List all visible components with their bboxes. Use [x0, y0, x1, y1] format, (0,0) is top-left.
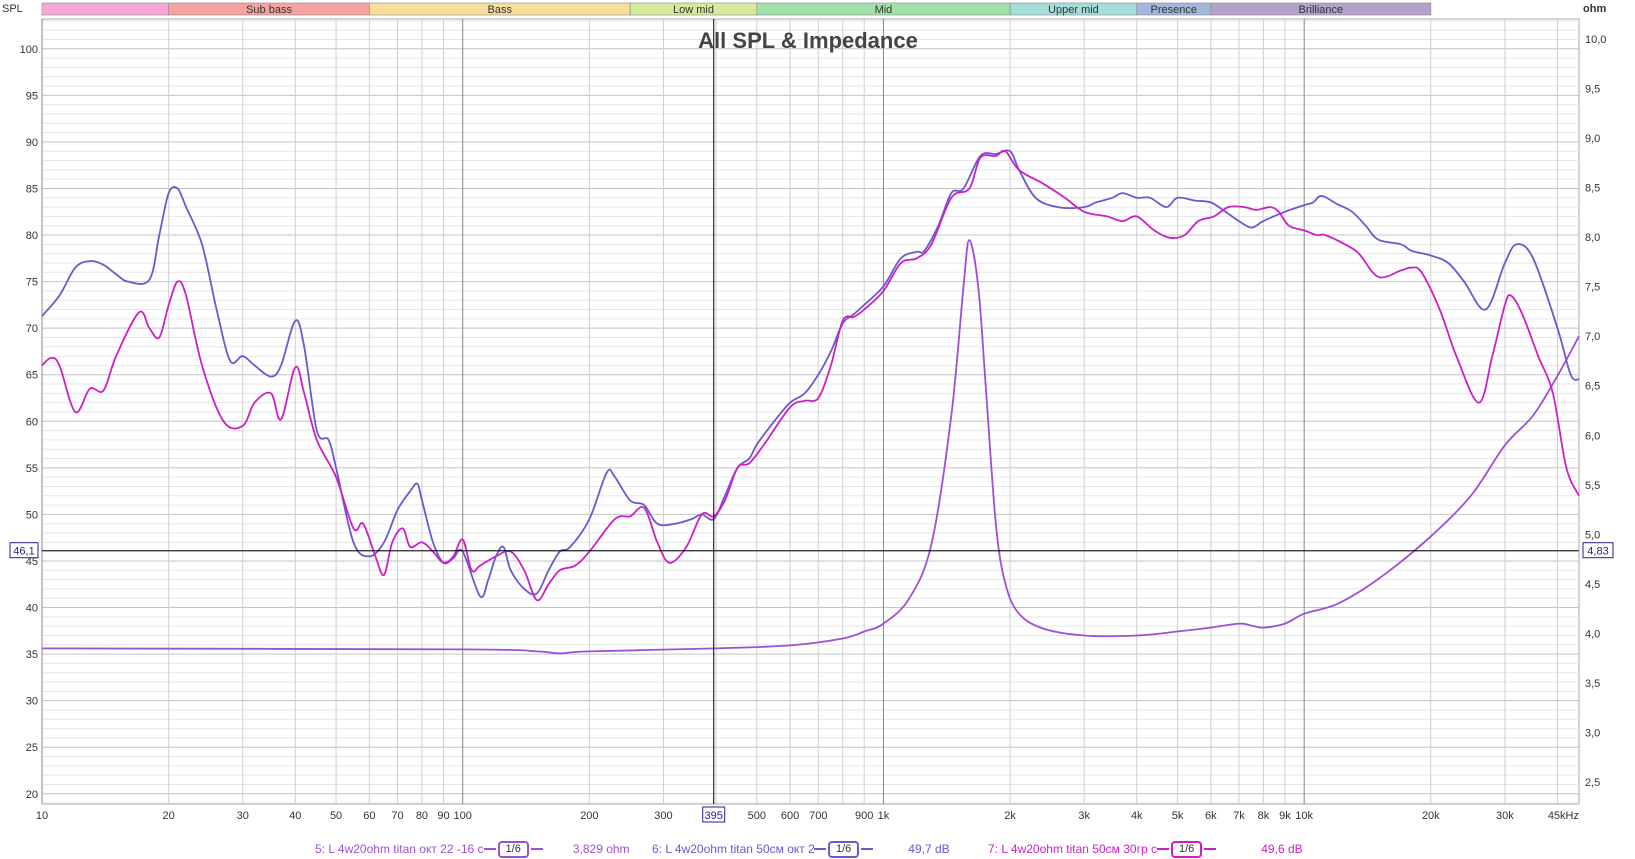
x-tick-label: 10	[36, 810, 48, 822]
band-label: Sub bass	[246, 4, 292, 16]
x-tick-label: 7k	[1233, 810, 1245, 822]
legend-item-trace-7[interactable]: 7: L 4w20ohm titan 50см 30гр с 1/6 49,6 …	[988, 840, 1303, 858]
y-tick-label: 20	[26, 789, 38, 801]
y-tick-label: 90	[26, 137, 38, 149]
band-label: Presence	[1151, 4, 1197, 16]
x-tick-label: 5k	[1172, 810, 1184, 822]
legend-readout: 3,829 ohm	[572, 842, 630, 856]
legend-name: 7: L 4w20ohm titan 50см 30гр с	[988, 842, 1157, 856]
y-right-tick-label: 9,0	[1585, 133, 1600, 145]
y-tick-label: 50	[26, 509, 38, 521]
x-tick-label: 900	[855, 810, 873, 822]
y-tick-label: 60	[26, 416, 38, 428]
chart-title: All SPL & Impedance	[698, 28, 918, 53]
x-tick-label: 70	[391, 810, 403, 822]
smoothing-badge[interactable]: 1/6	[828, 840, 860, 858]
y-tick-label: 100	[20, 44, 38, 56]
y-right-tick-label: 6,5	[1585, 381, 1600, 393]
y-tick-label: 25	[26, 742, 38, 754]
y-right-tick-label: 3,5	[1585, 678, 1600, 690]
y-tick-label: 65	[26, 370, 38, 382]
x-tick-label: 50	[330, 810, 342, 822]
y-right-tick-label: 4,0	[1585, 629, 1600, 641]
legend-name: 5: L 4w20ohm titan окт 22 -16 с	[315, 842, 484, 856]
x-tick-label: 20	[163, 810, 175, 822]
y-tick-label: 55	[26, 463, 38, 475]
cursor-freq-label: 395	[705, 810, 723, 822]
legend-item-trace-5[interactable]: 5: L 4w20ohm titan окт 22 -16 с 1/6 3,82…	[315, 840, 630, 858]
line-swatch	[483, 848, 496, 850]
legend-readout: 49,6 dB	[1261, 842, 1303, 856]
x-tick-label: 6k	[1205, 810, 1217, 822]
line-swatch	[1204, 848, 1217, 850]
y-right-tick-label: 10,0	[1585, 34, 1606, 46]
legend-readout: 49,7 dB	[908, 842, 950, 856]
line-swatch	[814, 848, 826, 850]
y-right-tick-label: 7,5	[1585, 282, 1600, 294]
x-tick-label: 10k	[1295, 810, 1313, 822]
x-tick-label: 30	[237, 810, 249, 822]
cursor-ohm-label: 4,83	[1587, 546, 1608, 558]
smoothing-badge[interactable]: 1/6	[1170, 840, 1203, 858]
legend-name: 6: L 4w20ohm titan 50см окт 22	[652, 842, 814, 856]
x-tick-label: 500	[748, 810, 766, 822]
y-tick-label: 75	[26, 277, 38, 289]
x-tick-label: 300	[654, 810, 672, 822]
x-tick-label: 9k	[1279, 810, 1291, 822]
series-line-5	[41, 239, 1580, 655]
x-tick-label: 90	[437, 810, 449, 822]
x-tick-label: 4k	[1131, 810, 1143, 822]
x-tick-label: 80	[416, 810, 428, 822]
y-right-tick-label: 9,5	[1585, 83, 1600, 95]
x-tick-label: 40	[289, 810, 301, 822]
x-tick-label: 60	[363, 810, 375, 822]
left-axis-label: SPL	[2, 3, 23, 15]
x-tick-label: 600	[781, 810, 799, 822]
y-tick-label: 40	[26, 603, 38, 615]
band-label: Mid	[875, 4, 893, 16]
smoothing-badge[interactable]: 1/6	[497, 840, 529, 858]
band-label: Brilliance	[1299, 4, 1344, 16]
line-swatch	[1156, 848, 1169, 850]
y-right-tick-label: 4,5	[1585, 579, 1600, 591]
x-tick-label: 1k	[878, 810, 890, 822]
line-swatch	[861, 848, 874, 850]
x-tick-label: 30k	[1496, 810, 1514, 822]
y-right-tick-label: 3,0	[1585, 728, 1600, 740]
y-tick-label: 80	[26, 230, 38, 242]
right-axis-label: ohm	[1583, 3, 1606, 15]
y-right-tick-label: 8,5	[1585, 182, 1600, 194]
x-tick-label: 700	[809, 810, 827, 822]
y-right-tick-label: 6,0	[1585, 430, 1600, 442]
y-tick-label: 95	[26, 90, 38, 102]
line-swatch	[530, 848, 543, 850]
x-tick-label: 20k	[1422, 810, 1440, 822]
band-blank	[41, 2, 169, 16]
x-tick-label: 3k	[1078, 810, 1090, 822]
y-tick-label: 70	[26, 323, 38, 335]
y-tick-label: 35	[26, 649, 38, 661]
y-right-tick-label: 5,0	[1585, 529, 1600, 541]
y-right-tick-label: 2,5	[1585, 777, 1600, 789]
series-line-6	[41, 149, 1580, 599]
y-right-tick-label: 7,0	[1585, 331, 1600, 343]
band-label: Low mid	[673, 4, 714, 16]
band-label: Bass	[488, 4, 513, 16]
y-right-tick-label: 8,0	[1585, 232, 1600, 244]
x-tick-label: 8k	[1258, 810, 1270, 822]
x-tick-label: 2k	[1004, 810, 1016, 822]
y-tick-label: 85	[26, 183, 38, 195]
band-label: Upper mid	[1048, 4, 1099, 16]
x-tick-label: 200	[580, 810, 598, 822]
y-right-tick-label: 5,5	[1585, 480, 1600, 492]
y-tick-label: 30	[26, 696, 38, 708]
x-tick-label: 100	[454, 810, 472, 822]
legend-item-trace-6[interactable]: 6: L 4w20ohm titan 50см окт 22 1/6 49,7 …	[652, 840, 950, 858]
cursor-spl-label: 46,1	[13, 546, 34, 558]
x-tick-label: 45kHz	[1548, 810, 1579, 822]
spl-impedance-chart[interactable]: SPL ohm Sub bass Bass Low mid Mid Upper mid P…	[0, 0, 1635, 859]
